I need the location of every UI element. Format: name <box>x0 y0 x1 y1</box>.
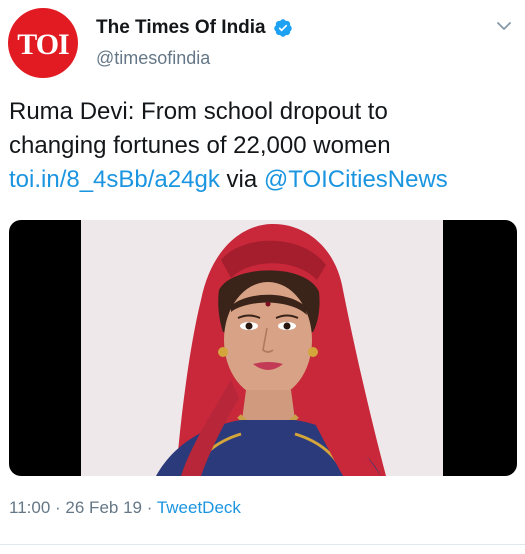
tweet-date[interactable]: 26 Feb 19 <box>65 498 142 517</box>
portrait-photo <box>81 220 443 476</box>
tweet-text: Ruma Devi: From school dropout to changi… <box>9 95 517 197</box>
tweet-meta: 11:00 · 26 Feb 19 · TweetDeck <box>9 498 241 518</box>
chevron-down-icon[interactable] <box>495 17 513 35</box>
via-text: via <box>226 166 258 193</box>
tweet-source-link[interactable]: TweetDeck <box>157 498 241 517</box>
media-image[interactable] <box>9 220 517 476</box>
meta-separator: · <box>146 498 153 517</box>
meta-separator: · <box>55 498 61 517</box>
tweet-link[interactable]: toi.in/8_4sBb/a24gk <box>9 166 220 193</box>
avatar-logo-text: TOI <box>17 28 69 61</box>
tweet-time[interactable]: 11:00 <box>9 498 50 517</box>
display-name[interactable]: The Times Of India <box>96 17 266 39</box>
author-name-row[interactable]: The Times Of India <box>96 14 293 42</box>
portrait-illustration <box>81 220 443 476</box>
mention-link[interactable]: @TOICitiesNews <box>264 166 448 193</box>
divider <box>0 544 525 545</box>
tweet-card: TOI The Times Of India @timesofindia Rum… <box>0 0 525 554</box>
tweet-text-line-1: Ruma Devi: From school dropout to <box>9 98 388 125</box>
handle[interactable]: @timesofindia <box>96 48 210 69</box>
tweet-text-line-2: changing fortunes of 22,000 women <box>9 132 391 159</box>
tweet-text-line-3: toi.in/8_4sBb/a24gk via @TOICitiesNews <box>9 163 517 197</box>
avatar[interactable]: TOI <box>8 8 78 78</box>
verified-badge-icon <box>273 19 292 37</box>
